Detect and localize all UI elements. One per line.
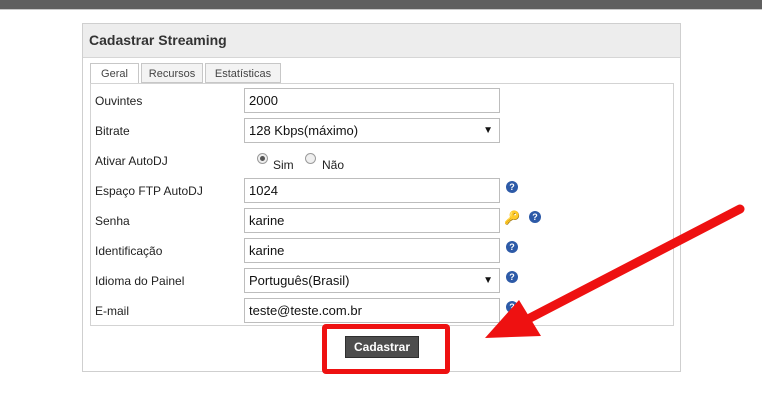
annotation-arrow — [485, 204, 745, 338]
